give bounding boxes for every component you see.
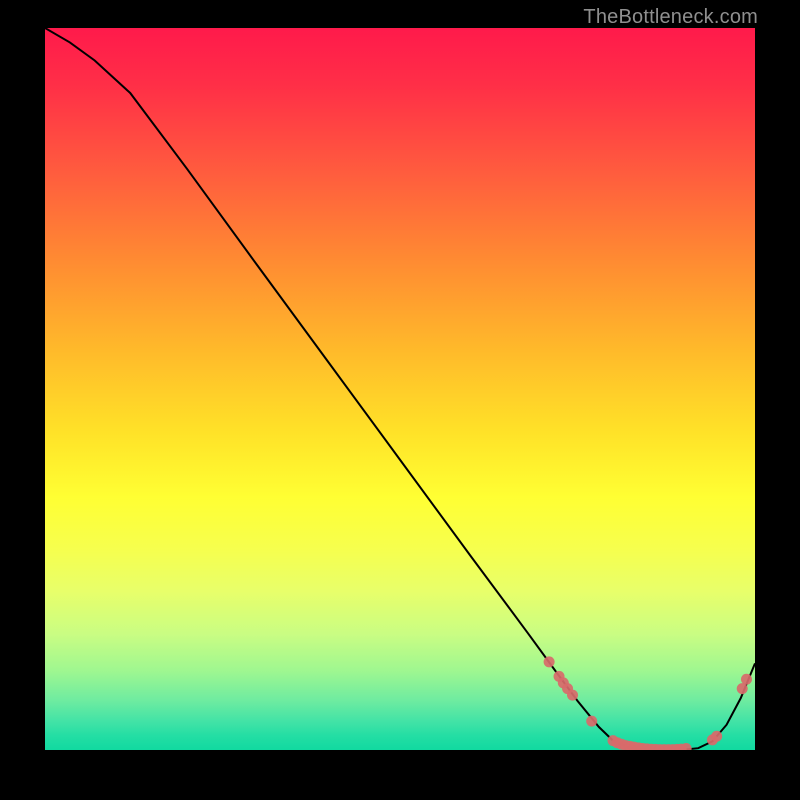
data-marker [567, 690, 578, 701]
curve-markers [544, 656, 752, 750]
chart-container: TheBottleneck.com [0, 0, 800, 800]
bottleneck-curve [45, 28, 755, 750]
plot-area [45, 28, 755, 750]
data-marker [737, 683, 748, 694]
chart-svg [45, 28, 755, 750]
data-marker [741, 674, 752, 685]
watermark-label: TheBottleneck.com [583, 6, 758, 29]
data-marker [586, 716, 597, 727]
data-marker [544, 656, 555, 667]
data-marker [711, 731, 722, 742]
